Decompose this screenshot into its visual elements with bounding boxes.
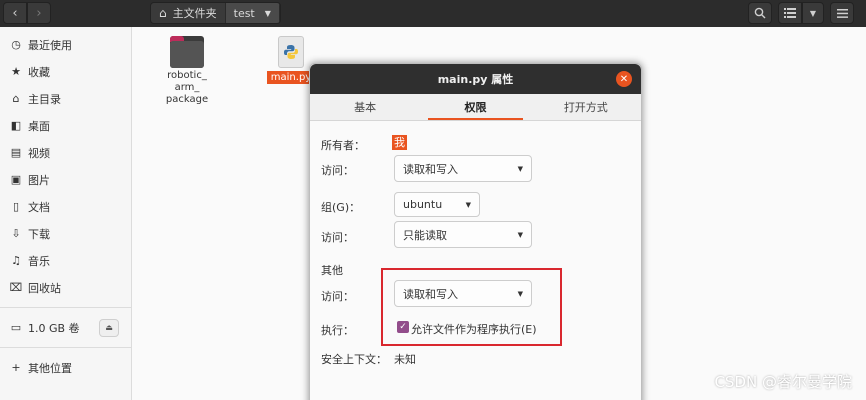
hamburger-icon <box>836 8 848 18</box>
file-name: main.py <box>266 71 316 84</box>
security-context-label: 安全上下文： <box>321 353 387 366</box>
sidebar-item-label: 其他位置 <box>28 361 72 375</box>
security-context-value: 未知 <box>394 353 416 366</box>
sidebar-item-recent[interactable]: ◷ 最近使用 <box>0 31 131 58</box>
python-file-icon <box>278 36 304 68</box>
view-list-button[interactable] <box>778 2 802 24</box>
document-icon: ▯ <box>12 200 20 213</box>
tab-basic[interactable]: 基本 <box>310 94 420 120</box>
desktop-icon: ◧ <box>10 119 22 132</box>
plus-icon: + <box>11 361 21 374</box>
sidebar-item-label: 桌面 <box>28 119 50 133</box>
sidebar: ◷ 最近使用 ★ 收藏 ⌂ 主目录 ◧ 桌面 ▤ 视频 ▣ 图片 ▯ 文档 ⇩ 下载 ♫ 音乐 ⌧… <box>0 27 132 400</box>
sidebar-item-trash[interactable]: ⌧ 回收站 <box>0 274 131 301</box>
path-segment-label: 主文件夹 <box>172 7 217 20</box>
sidebar-item-label: 音乐 <box>28 254 50 268</box>
caret-down-icon: ▼ <box>264 8 271 18</box>
path-bar: ⌂ 主文件夹 test ▼ <box>150 2 281 24</box>
execute-label: 执行： <box>321 324 354 337</box>
sidebar-item-starred[interactable]: ★ 收藏 <box>0 58 131 85</box>
chevron-left-icon: ‹ <box>12 5 18 21</box>
path-segment-label: test <box>233 6 255 20</box>
view-options-button[interactable]: ▼ <box>802 2 824 24</box>
header-bar: ‹ › ⌂ 主文件夹 test ▼ ▼ <box>0 0 866 27</box>
dialog-title: main.py 属性 <box>437 73 514 86</box>
others-access-label: 访问： <box>321 290 354 303</box>
sidebar-item-desktop[interactable]: ◧ 桌面 <box>0 112 131 139</box>
group-access-label: 访问： <box>321 231 354 244</box>
highlight-annotation-box <box>381 268 562 346</box>
close-button[interactable]: ✕ <box>616 71 632 87</box>
others-label: 其他 <box>321 264 343 277</box>
caret-down-icon: ▼ <box>517 230 523 239</box>
sidebar-item-label: 视频 <box>28 146 50 160</box>
search-icon <box>754 7 766 19</box>
sidebar-item-label: 回收站 <box>28 281 61 295</box>
drive-icon: ▭ <box>10 321 22 334</box>
owner-access-dropdown[interactable]: 读取和写入 ▼ <box>394 155 532 182</box>
group-access-dropdown[interactable]: 只能读取 ▼ <box>394 221 532 248</box>
sidebar-item-videos[interactable]: ▤ 视频 <box>0 139 131 166</box>
sidebar-divider <box>0 347 131 348</box>
watermark: CSDN @睿尔曼学院 <box>714 373 852 391</box>
download-icon: ⇩ <box>11 227 21 240</box>
caret-down-icon: ▼ <box>465 200 471 209</box>
path-segment-test[interactable]: test ▼ <box>225 3 280 23</box>
folder-item[interactable]: robotic_ arm_ package <box>150 36 224 106</box>
clock-icon: ◷ <box>11 38 21 51</box>
close-icon: ✕ <box>619 73 629 85</box>
owner-value: 我 <box>392 135 407 150</box>
group-label: 组(G)： <box>321 201 361 214</box>
home-icon: ⌂ <box>159 6 167 20</box>
forward-button[interactable]: › <box>27 2 51 24</box>
dialog-titlebar: main.py 属性 ✕ <box>310 64 641 94</box>
sidebar-item-label: 文档 <box>28 200 50 214</box>
sidebar-divider <box>0 307 131 308</box>
sidebar-item-label: 最近使用 <box>28 38 72 52</box>
owner-access-label: 访问： <box>321 164 354 177</box>
music-icon: ♫ <box>11 254 21 267</box>
sidebar-item-music[interactable]: ♫ 音乐 <box>0 247 131 274</box>
eject-icon: ⏏ <box>105 323 113 332</box>
sidebar-item-label: 1.0 GB 卷 <box>28 321 80 335</box>
sidebar-item-other-locations[interactable]: + 其他位置 <box>0 354 131 381</box>
owner-label: 所有者： <box>321 139 365 152</box>
sidebar-item-home[interactable]: ⌂ 主目录 <box>0 85 131 112</box>
folder-icon <box>170 36 204 68</box>
sidebar-item-downloads[interactable]: ⇩ 下载 <box>0 220 131 247</box>
tab-open-with[interactable]: 打开方式 <box>531 94 641 120</box>
tab-permissions[interactable]: 权限 <box>420 94 530 120</box>
picture-icon: ▣ <box>10 173 22 186</box>
tab-bar: 基本 权限 打开方式 <box>310 94 641 121</box>
caret-down-icon: ▼ <box>517 164 523 173</box>
sidebar-item-label: 收藏 <box>28 65 50 79</box>
video-icon: ▤ <box>10 146 22 159</box>
eject-button[interactable]: ⏏ <box>99 318 119 337</box>
group-dropdown[interactable]: ubuntu ▼ <box>394 192 480 217</box>
sidebar-item-documents[interactable]: ▯ 文档 <box>0 193 131 220</box>
search-button[interactable] <box>748 2 772 24</box>
trash-icon: ⌧ <box>9 281 23 294</box>
sidebar-item-pictures[interactable]: ▣ 图片 <box>0 166 131 193</box>
path-segment-home[interactable]: ⌂ 主文件夹 <box>151 3 226 23</box>
home-icon: ⌂ <box>12 92 20 105</box>
star-icon: ★ <box>11 65 21 78</box>
back-button[interactable]: ‹ <box>3 2 27 24</box>
menu-button[interactable] <box>830 2 854 24</box>
sidebar-item-label: 主目录 <box>28 92 61 106</box>
list-view-icon <box>784 8 796 18</box>
folder-name: robotic_ arm_ package <box>165 70 209 105</box>
sidebar-item-label: 下载 <box>28 227 50 241</box>
chevron-right-icon: › <box>36 5 42 21</box>
caret-down-icon: ▼ <box>809 8 817 18</box>
sidebar-item-volume[interactable]: ▭ 1.0 GB 卷 ⏏ <box>0 314 131 341</box>
sidebar-item-label: 图片 <box>28 173 50 187</box>
